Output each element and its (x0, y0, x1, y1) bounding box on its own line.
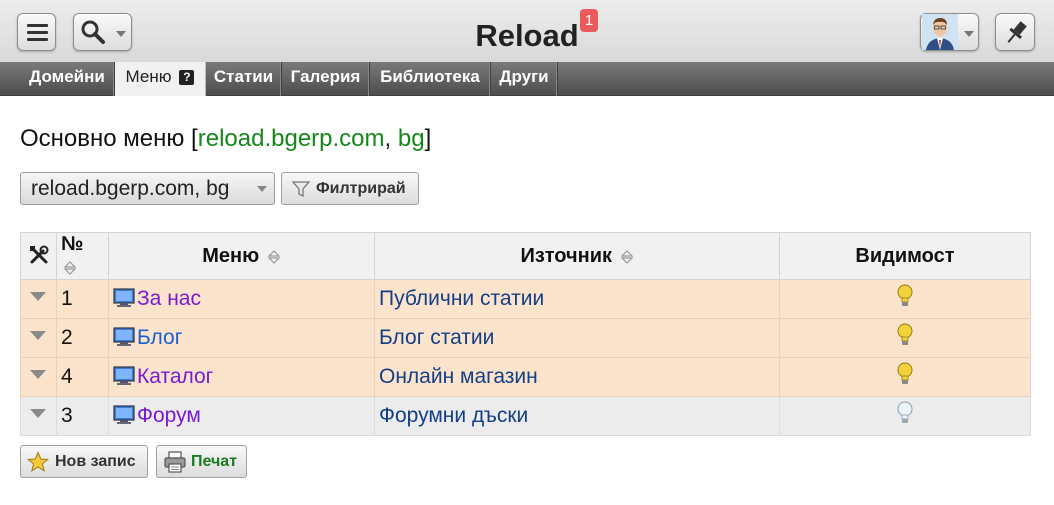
chevron-down-icon (257, 186, 267, 192)
help-icon[interactable]: ? (179, 70, 195, 85)
chevron-down-icon (116, 31, 126, 37)
row-actions-toggle[interactable] (20, 279, 57, 319)
tab-library[interactable]: Библиотека (370, 62, 491, 96)
funnel-icon (291, 181, 311, 198)
source-link[interactable]: Публични статии (379, 287, 544, 310)
chevron-down-icon (30, 409, 46, 418)
source-cell: Публични статии (374, 279, 780, 319)
printer-icon (164, 451, 186, 473)
avatar (922, 14, 958, 50)
sort-icon[interactable] (63, 260, 77, 276)
table-row: 2 Блог Блог статии (20, 318, 1031, 358)
domain-select-value: reload.bgerp.com, bg (31, 177, 230, 200)
menu-link[interactable]: За нас (137, 287, 201, 310)
main-menu-button[interactable] (17, 13, 56, 51)
table-row: 4 Каталог Онлайн магазин (20, 357, 1031, 397)
sort-icon[interactable] (620, 249, 634, 265)
visibility-toggle[interactable] (779, 396, 1031, 436)
menu-cell: Форум (108, 396, 375, 436)
chevron-down-icon (30, 370, 46, 379)
menu-link[interactable]: Форум (137, 404, 201, 427)
user-menu-button[interactable] (920, 13, 979, 51)
menu-link[interactable]: Каталог (137, 365, 213, 388)
notification-badge[interactable]: 1 (580, 9, 598, 32)
title-separator: , (384, 125, 398, 152)
menu-cell: Каталог (108, 357, 375, 397)
lightbulb-on-icon (897, 362, 913, 384)
visibility-toggle[interactable] (779, 318, 1031, 358)
table-row: 3 Форум Форумни дъски (20, 396, 1031, 436)
source-link[interactable]: Онлайн магазин (379, 365, 538, 388)
table-row: 1 За нас Публични статии (20, 279, 1031, 319)
column-menu-label: Меню (202, 244, 260, 267)
filter-button-label: Филтрирай (316, 180, 406, 197)
tab-bar: Домейни Меню? Статии Галерия Библиотека … (0, 62, 1054, 96)
star-icon (27, 451, 49, 472)
column-source[interactable]: Източник (374, 232, 780, 280)
chevron-down-icon (964, 31, 974, 37)
title-prefix: Основно меню [ (20, 125, 198, 152)
column-source-label: Източник (520, 244, 612, 267)
tab-gallery[interactable]: Галерия (282, 62, 370, 96)
top-bar: Reload 1 Домейни Меню? Статии Галерия Би… (0, 0, 1054, 96)
monitor-icon (113, 288, 135, 307)
domain-select[interactable]: reload.bgerp.com, bg (20, 172, 275, 205)
source-cell: Форумни дъски (374, 396, 780, 436)
tab-articles[interactable]: Статии (206, 62, 282, 96)
monitor-icon (113, 405, 135, 424)
sort-icon[interactable] (267, 249, 281, 265)
monitor-icon (113, 327, 135, 346)
print-label: Печат (191, 453, 238, 470)
visibility-toggle[interactable] (779, 279, 1031, 319)
language-link[interactable]: bg (398, 125, 425, 152)
menu-cell: Блог (108, 318, 375, 358)
magnifier-icon (81, 20, 105, 44)
chevron-down-icon (30, 331, 46, 340)
column-number[interactable]: № (56, 232, 109, 280)
pin-button[interactable] (995, 13, 1035, 51)
menu-table: № Меню Източник Видимост 1 За нас Публич… (20, 232, 1031, 436)
lightbulb-on-icon (897, 323, 913, 345)
column-visibility: Видимост (779, 232, 1031, 280)
new-record-button[interactable]: Нов запис (20, 445, 148, 478)
lightbulb-off-icon (897, 401, 913, 423)
tab-other[interactable]: Други (491, 62, 558, 96)
row-actions-toggle[interactable] (20, 396, 57, 436)
tools-header (20, 232, 57, 280)
row-actions-toggle[interactable] (20, 318, 57, 358)
print-button[interactable]: Печат (156, 445, 247, 478)
row-number: 4 (56, 357, 109, 397)
row-actions-toggle[interactable] (20, 357, 57, 397)
monitor-icon (113, 366, 135, 385)
pin-icon (1007, 21, 1027, 43)
hamburger-icon (27, 24, 48, 41)
tab-menu[interactable]: Меню? (115, 62, 206, 96)
chevron-down-icon (30, 292, 46, 301)
row-number: 1 (56, 279, 109, 319)
tools-icon (29, 245, 48, 263)
source-cell: Онлайн магазин (374, 357, 780, 397)
page-title: Основно меню [reload.bgerp.com, bg] (20, 125, 431, 153)
tab-domains[interactable]: Домейни (20, 62, 115, 96)
source-cell: Блог статии (374, 318, 780, 358)
column-number-label: № (61, 233, 84, 255)
table-header-row: № Меню Източник Видимост (20, 232, 1031, 280)
lightbulb-on-icon (897, 284, 913, 306)
tab-label: Меню (125, 67, 172, 86)
column-menu[interactable]: Меню (108, 232, 375, 280)
app-title: Reload (475, 18, 579, 53)
source-link[interactable]: Блог статии (379, 326, 494, 349)
row-number: 3 (56, 396, 109, 436)
row-number: 2 (56, 318, 109, 358)
search-button[interactable] (73, 13, 132, 51)
domain-link[interactable]: reload.bgerp.com (198, 125, 385, 152)
source-link[interactable]: Форумни дъски (379, 404, 528, 427)
visibility-toggle[interactable] (779, 357, 1031, 397)
menu-link[interactable]: Блог (137, 326, 182, 349)
title-suffix: ] (424, 125, 432, 152)
menu-cell: За нас (108, 279, 375, 319)
filter-button[interactable]: Филтрирай (281, 172, 419, 205)
new-record-label: Нов запис (55, 453, 136, 470)
